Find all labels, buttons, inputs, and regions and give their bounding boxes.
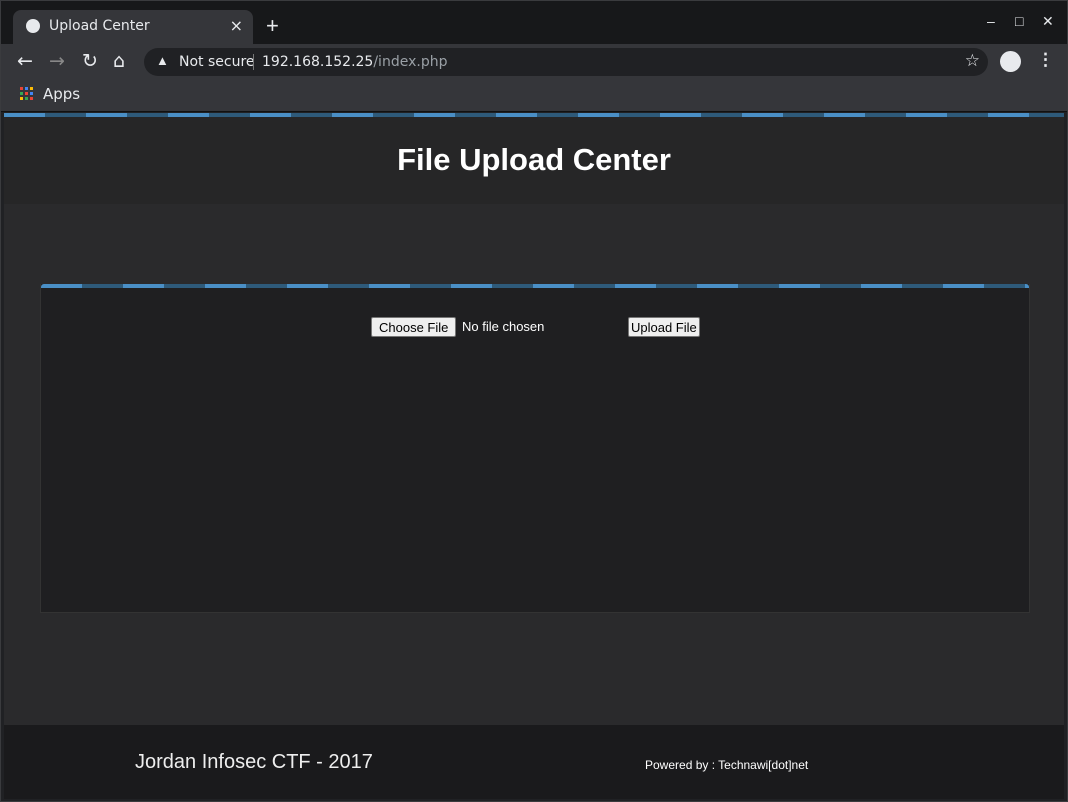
minimize-button[interactable]: – [987,13,995,29]
page-header: File Upload Center [4,117,1064,204]
choose-file-button[interactable]: Choose File [371,317,457,337]
reload-icon[interactable]: ↻ [82,50,98,72]
apps-grid-icon[interactable] [20,87,33,100]
divider [253,54,254,70]
address-bar[interactable]: ▲ Not secure 192.168.152.25/index.php ☆ [144,48,988,76]
upload-file-button[interactable]: Upload File [628,317,700,337]
page-title: File Upload Center [397,142,671,177]
close-window-button[interactable]: ✕ [1042,13,1054,30]
upload-panel: Choose File No file chosen Upload File [40,284,1030,613]
bookmark-star-icon[interactable]: ☆ [965,51,980,71]
url-path: /index.php [373,54,448,70]
warning-icon[interactable]: ▲ [156,53,169,68]
new-tab-button[interactable]: + [266,13,279,39]
globe-icon [26,19,40,33]
menu-icon[interactable]: ⋮ [1037,50,1054,70]
toolbar: ← → ↻ ⌂ ▲ Not secure 192.168.152.25/inde… [1,44,1067,80]
bookmarks-bar [1,80,1067,112]
footer-powered-by: Powered by : Technawi[dot]net [645,758,809,772]
url-text[interactable]: 192.168.152.25/index.php [262,54,447,70]
close-tab-icon[interactable]: × [230,16,243,35]
forward-icon[interactable]: → [49,50,65,72]
back-icon[interactable]: ← [17,50,33,72]
footer: Jordan Infosec CTF - 2017 Powered by : T… [4,725,1064,799]
footer-title: Jordan Infosec CTF - 2017 [135,751,373,773]
maximize-button[interactable]: □ [1015,13,1023,29]
file-status-text: No file chosen [462,319,545,334]
security-label[interactable]: Not secure [179,54,255,70]
profile-avatar-icon[interactable] [1000,51,1021,72]
panel-stripe [41,284,1029,288]
url-host: 192.168.152.25 [262,54,374,70]
page-content: File Upload Center Choose File No file c… [4,113,1064,799]
tab-strip: Upload Center × + – □ ✕ [1,1,1067,44]
tab-upload-center[interactable]: Upload Center × [13,10,253,44]
home-icon[interactable]: ⌂ [113,50,125,72]
tab-title: Upload Center [49,18,150,34]
browser-window: Upload Center × + – □ ✕ ← → ↻ ⌂ ▲ Not se… [0,0,1068,802]
apps-bookmark[interactable]: Apps [43,85,80,103]
